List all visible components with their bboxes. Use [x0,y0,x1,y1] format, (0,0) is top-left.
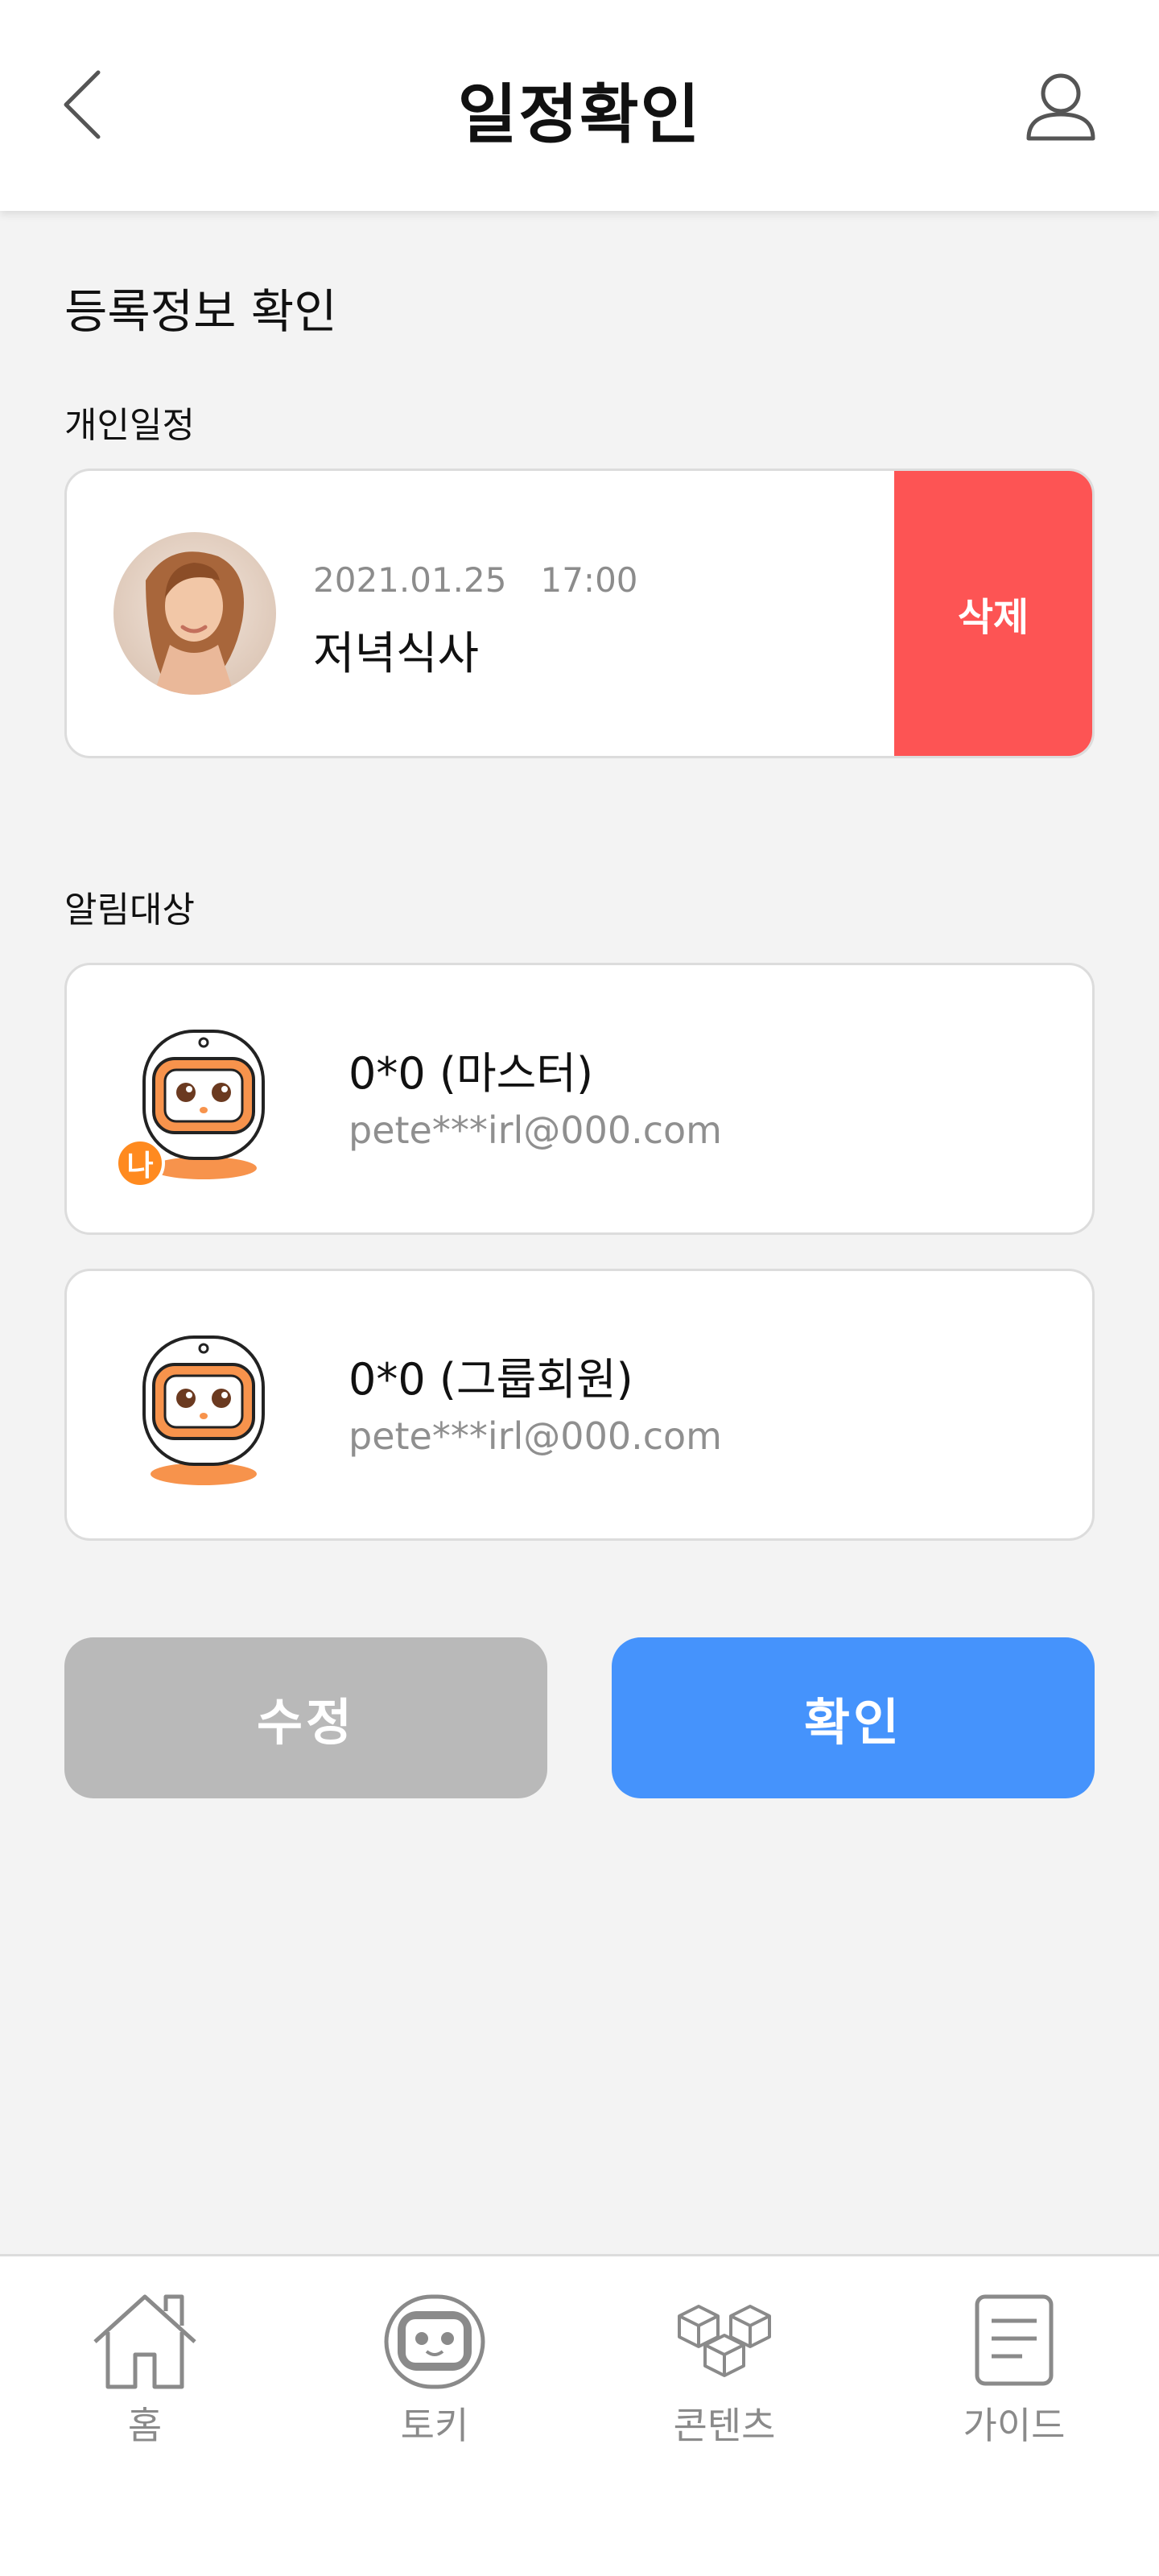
app-header: 일정확인 [0,0,1159,211]
confirm-button[interactable]: 확인 [612,1637,1095,1798]
member-name: 0*0 (마스터) [349,1048,594,1099]
page-title: 일정확인 [457,77,702,152]
personal-schedule-label: 개인일정 [64,405,195,446]
schedule-avatar [113,532,276,695]
nav-label-home: 홈 [127,2404,163,2447]
robot-avatar-icon [142,1335,265,1485]
schedule-datetime: 2021.01.25 17:00 [313,560,638,600]
profile-button[interactable] [1022,66,1099,143]
schedule-card[interactable]: 2021.01.25 17:00 저녁식사 삭제 [64,469,1095,758]
me-badge: 나 [115,1138,165,1188]
member-email: pete***irl@000.com [349,1414,722,1458]
cubes-icon [678,2305,771,2377]
home-icon [93,2294,196,2389]
nav-item-home[interactable]: 홈 [24,2289,266,2450]
document-icon [975,2294,1054,2386]
user-icon [1026,73,1095,141]
member-avatar [123,1327,284,1488]
member-name: 0*0 (그룹회원) [349,1354,633,1405]
nav-item-toki[interactable]: 토키 [314,2289,555,2450]
robot-icon [384,2294,485,2389]
bottom-nav: 홈 토키 콘텐츠 가이드 [0,2254,1159,2576]
nav-label-guide: 가이드 [963,2404,1066,2447]
section-title: 등록정보 확인 [64,284,337,339]
notify-target-label: 알림대상 [64,890,195,931]
edit-button[interactable]: 수정 [64,1637,547,1798]
nav-item-contents[interactable]: 콘텐츠 [604,2289,845,2450]
schedule-title: 저녁식사 [313,628,480,680]
delete-button[interactable]: 삭제 [894,471,1092,756]
nav-item-guide[interactable]: 가이드 [893,2289,1135,2450]
nav-label-contents: 콘텐츠 [673,2404,776,2447]
member-email: pete***irl@000.com [349,1108,722,1152]
person-photo [113,532,276,695]
nav-label-toki: 토키 [400,2404,469,2447]
member-card-group[interactable]: 0*0 (그룹회원) pete***irl@000.com [64,1269,1095,1541]
member-card-master[interactable]: 나 0*0 (마스터) pete***irl@000.com [64,963,1095,1235]
